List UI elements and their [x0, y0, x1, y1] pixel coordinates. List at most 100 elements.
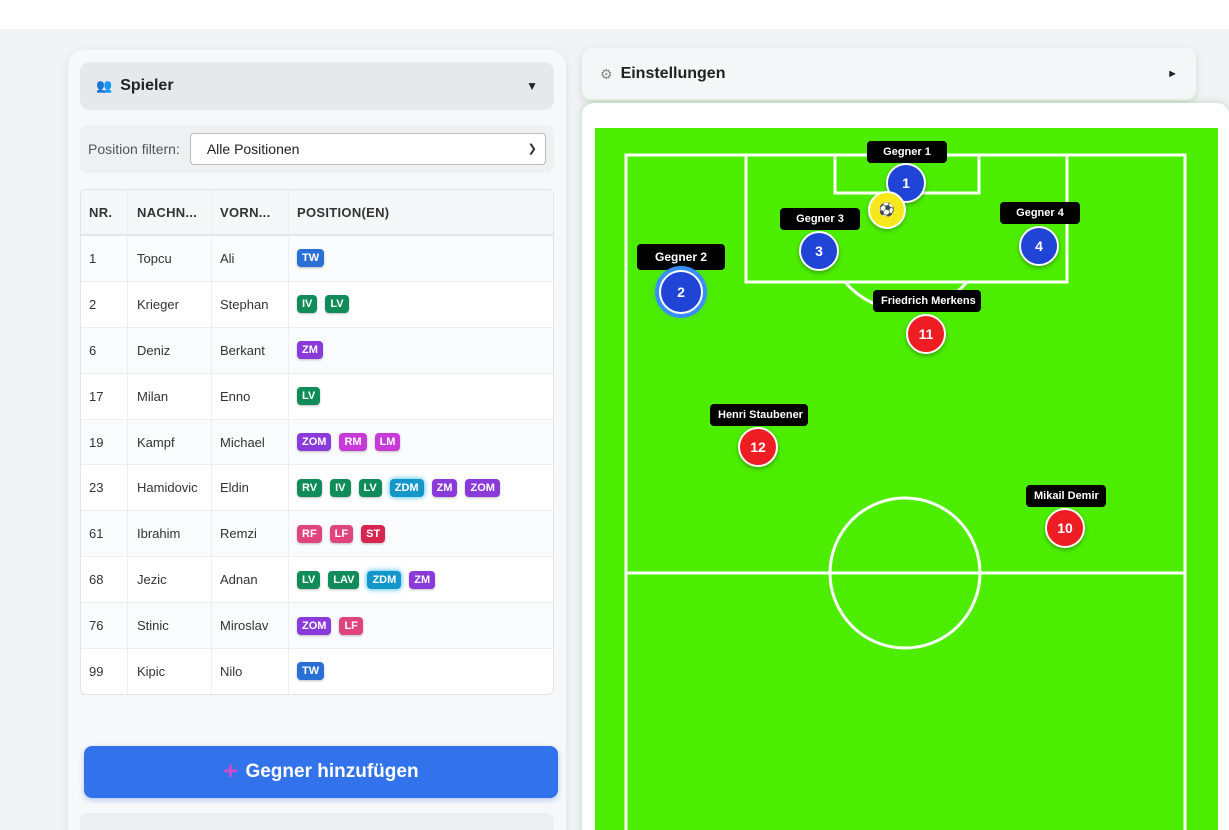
position-badge: ZDM: [367, 570, 402, 589]
player-number-cell: 23: [89, 480, 104, 496]
table-row[interactable]: 2 Krieger Stephan IV LV: [81, 282, 553, 328]
opponent-token[interactable]: 2: [659, 270, 703, 314]
position-badge: ZOM: [465, 478, 500, 497]
position-badge: RM: [339, 433, 367, 451]
table-row[interactable]: 1 Topcu Ali TW: [81, 236, 553, 282]
column-divider: [288, 190, 289, 694]
position-badge: ZOM: [297, 616, 332, 635]
own-player-token[interactable]: 11: [906, 314, 946, 354]
position-badge: ZM: [409, 570, 436, 589]
players-panel: 👥 Spieler ▼ Position filtern: Alle Posit…: [68, 50, 566, 830]
position-badge: LAV: [328, 570, 360, 589]
player-firstname-cell: Miroslav: [220, 618, 269, 634]
player-number-cell: 68: [89, 572, 104, 588]
position-badge: ZM: [297, 341, 323, 360]
position-badge: LV: [297, 387, 321, 406]
column-divider: [127, 190, 128, 694]
column-header-nr[interactable]: NR.: [89, 190, 112, 234]
position-badge: ZM: [431, 478, 458, 497]
player-positions-cell: TW: [297, 649, 325, 694]
position-badge: LF: [329, 524, 354, 543]
next-section-header[interactable]: [80, 813, 554, 830]
player-firstname-cell: Remzi: [220, 526, 257, 542]
column-header-positions[interactable]: POSITION(EN): [297, 190, 389, 234]
top-bar: [0, 0, 1229, 29]
position-badge: LM: [374, 433, 401, 451]
position-filter-bar: Position filtern: Alle Positionen ❯: [80, 125, 554, 173]
position-filter-select[interactable]: Alle Positionen ❯: [189, 133, 546, 165]
player-positions-cell: ZOM RM LM: [297, 420, 401, 465]
position-badge: TW: [297, 662, 325, 681]
own-player-token[interactable]: 10: [1045, 508, 1085, 548]
table-row[interactable]: 99 Kipic Nilo TW: [81, 649, 553, 694]
player-positions-cell: ZOM LF: [297, 603, 363, 648]
position-badge: RV: [297, 478, 323, 497]
player-number-cell: 76: [89, 618, 104, 634]
player-positions-cell: RV IV LV ZDM ZM ZOM: [297, 465, 500, 510]
position-badge: LV: [358, 478, 382, 497]
column-divider: [211, 190, 212, 694]
table-row[interactable]: 6 Deniz Berkant ZM: [81, 327, 553, 374]
opponent-token[interactable]: 4: [1019, 226, 1059, 266]
table-row[interactable]: 17 Milan Enno LV: [81, 374, 553, 420]
player-lastname-cell: Deniz: [137, 342, 171, 358]
player-number-cell: 1: [89, 250, 97, 266]
player-lastname-cell: Ibrahim: [137, 526, 181, 542]
table-row[interactable]: 76 Stinic Miroslav ZOM LF: [81, 603, 553, 650]
player-number-cell: 17: [89, 388, 104, 404]
column-header-lastname[interactable]: NACHN...: [137, 190, 197, 234]
opponent-token[interactable]: 3: [799, 231, 839, 271]
position-badge: ST: [361, 524, 386, 543]
position-filter-label: Position filtern:: [88, 141, 180, 157]
settings-title: Einstellungen: [620, 65, 726, 82]
player-name-tag: Friedrich Merkens: [873, 290, 981, 312]
player-number-cell: 99: [89, 663, 104, 679]
player-lastname-cell: Stinic: [137, 618, 169, 634]
table-header-row: NR. NACHN... VORN... POSITION(EN): [81, 190, 553, 236]
player-name-tag: Gegner 2: [637, 244, 725, 270]
position-badge: IV: [330, 478, 351, 497]
players-section-title: Spieler: [120, 77, 174, 94]
gear-icon: ⚙: [600, 65, 613, 82]
triangle-right-icon: ►: [1167, 68, 1178, 80]
player-number-cell: 2: [89, 296, 97, 312]
player-lastname-cell: Milan: [137, 388, 169, 404]
players-section-header[interactable]: 👥 Spieler ▼: [80, 62, 554, 110]
player-name-tag: Henri Staubener: [710, 404, 808, 426]
player-firstname-cell: Stephan: [220, 296, 269, 312]
player-firstname-cell: Enno: [220, 388, 251, 404]
table-row[interactable]: 19 Kampf Michael ZOM RM LM: [81, 419, 553, 466]
player-lastname-cell: Krieger: [137, 296, 179, 312]
player-lastname-cell: Kampf: [137, 434, 175, 450]
position-badge: IV: [297, 295, 318, 314]
position-badge: LV: [297, 570, 321, 589]
table-row[interactable]: 68 Jezic Adnan LV LAV ZDM ZM: [81, 557, 553, 604]
player-firstname-cell: Nilo: [220, 663, 243, 679]
table-row[interactable]: 23 Hamidovic Eldin RV IV LV ZDM ZM ZOM: [81, 465, 553, 512]
soccer-ball-icon[interactable]: ⚽: [868, 191, 906, 229]
player-name-tag: Mikail Demir: [1026, 485, 1106, 507]
plus-icon: +: [223, 758, 238, 785]
position-badge: ZDM: [389, 478, 424, 497]
player-positions-cell: LV LAV ZDM ZM: [297, 557, 436, 602]
position-badge: LV: [325, 295, 349, 314]
soccer-pitch: [595, 128, 1218, 830]
column-header-firstname[interactable]: VORN...: [220, 190, 271, 234]
player-number-cell: 6: [89, 342, 97, 358]
player-firstname-cell: Michael: [220, 434, 265, 450]
player-lastname-cell: Kipic: [137, 663, 166, 679]
add-opponent-button[interactable]: + Gegner hinzufügen: [84, 746, 558, 798]
player-number-cell: 61: [89, 526, 104, 542]
chevron-down-icon: ❯: [527, 143, 537, 155]
player-lastname-cell: Topcu: [137, 250, 172, 266]
position-badge: LF: [339, 616, 363, 635]
settings-section-header[interactable]: ⚙ Einstellungen ►: [582, 48, 1196, 100]
player-positions-cell: TW: [297, 236, 325, 281]
player-positions-cell: IV LV: [297, 282, 349, 327]
add-opponent-label: Gegner hinzufügen: [245, 761, 419, 782]
own-player-token[interactable]: 12: [738, 427, 778, 467]
player-lastname-cell: Hamidovic: [137, 480, 198, 496]
table-row[interactable]: 61 Ibrahim Remzi RF LF ST: [81, 511, 553, 558]
player-firstname-cell: Adnan: [220, 572, 258, 588]
position-filter-value: Alle Positionen: [206, 141, 300, 157]
